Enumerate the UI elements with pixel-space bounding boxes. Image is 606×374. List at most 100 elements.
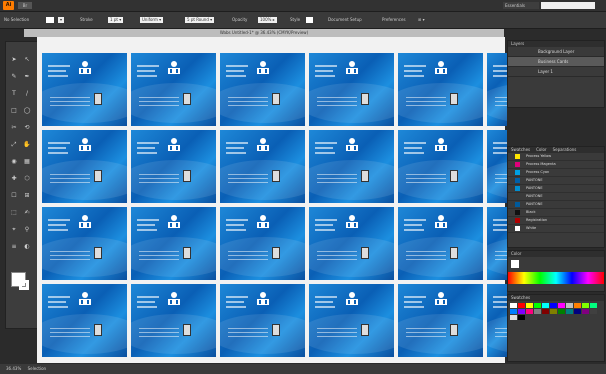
swatch[interactable] bbox=[590, 303, 597, 308]
business-card[interactable] bbox=[398, 53, 483, 126]
document-tab[interactable]: Wabs Untitled-1* @ 36.43% (CMYK/Preview) bbox=[24, 29, 504, 37]
swatch-row[interactable]: PANTONE bbox=[508, 177, 604, 185]
preferences-button[interactable]: Preferences bbox=[382, 17, 406, 23]
business-card[interactable] bbox=[487, 53, 507, 126]
business-card[interactable] bbox=[220, 130, 305, 203]
workspace-switcher[interactable]: Essentials bbox=[503, 2, 539, 9]
fill-dropdown[interactable]: ▾ bbox=[58, 17, 65, 23]
swatch-row[interactable]: Registration bbox=[508, 217, 604, 225]
swatch[interactable] bbox=[566, 303, 573, 308]
tool-icon[interactable]: ☐ bbox=[10, 192, 18, 200]
swatch-row[interactable]: PANTONE bbox=[508, 201, 604, 209]
business-card[interactable] bbox=[398, 284, 483, 357]
doc-setup-button[interactable]: Document Setup bbox=[328, 17, 362, 23]
tool-icon[interactable]: ✒ bbox=[23, 73, 31, 81]
tool-icon[interactable]: / bbox=[23, 90, 31, 98]
business-card[interactable] bbox=[309, 284, 394, 357]
fill-swatch[interactable] bbox=[46, 17, 54, 23]
swatch[interactable] bbox=[534, 309, 541, 314]
swatch[interactable] bbox=[558, 309, 565, 314]
business-card[interactable] bbox=[398, 207, 483, 280]
swatch[interactable] bbox=[510, 303, 517, 308]
tool-icon[interactable]: ◐ bbox=[23, 243, 31, 251]
tool-icon[interactable]: ✂ bbox=[10, 124, 18, 132]
tool-icon[interactable]: ⬚ bbox=[10, 209, 18, 217]
swatch-row[interactable]: Process Yellow bbox=[508, 153, 604, 161]
swatch[interactable] bbox=[550, 303, 557, 308]
swatch[interactable] bbox=[518, 303, 525, 308]
layer-row[interactable]: Layer 1 bbox=[508, 67, 604, 77]
business-card[interactable] bbox=[220, 53, 305, 126]
tool-icon[interactable]: ⊞ bbox=[23, 192, 31, 200]
tool-icon[interactable]: ➤ bbox=[10, 56, 18, 64]
business-card[interactable] bbox=[220, 207, 305, 280]
swatch[interactable] bbox=[542, 303, 549, 308]
business-card[interactable] bbox=[309, 53, 394, 126]
brush-definition[interactable]: Uniform ▾ bbox=[140, 17, 164, 23]
tool-icon[interactable]: ⚲ bbox=[23, 226, 31, 234]
business-card[interactable] bbox=[309, 130, 394, 203]
business-card[interactable] bbox=[487, 130, 507, 203]
swatch[interactable] bbox=[518, 309, 525, 314]
swatch-row[interactable]: Process Cyan bbox=[508, 169, 604, 177]
swatch[interactable] bbox=[526, 309, 533, 314]
style-swatch[interactable] bbox=[306, 17, 313, 23]
swatch[interactable] bbox=[542, 309, 549, 314]
swatch[interactable] bbox=[574, 309, 581, 314]
business-card[interactable] bbox=[131, 284, 216, 357]
tool-icon[interactable]: ✎ bbox=[10, 73, 18, 81]
swatch-row[interactable]: Process Magenta bbox=[508, 161, 604, 169]
swatch[interactable] bbox=[590, 309, 597, 314]
tool-icon[interactable]: ≡ bbox=[10, 243, 18, 251]
swatch[interactable] bbox=[566, 309, 573, 314]
search-input[interactable] bbox=[541, 2, 595, 9]
business-card[interactable] bbox=[487, 207, 507, 280]
swatch-row[interactable]: PANTONE bbox=[508, 193, 604, 201]
swatch[interactable] bbox=[558, 303, 565, 308]
business-card[interactable] bbox=[131, 130, 216, 203]
canvas[interactable] bbox=[37, 37, 508, 363]
business-card[interactable] bbox=[42, 284, 127, 357]
layer-row[interactable]: Background Layer bbox=[508, 47, 604, 57]
tool-icon[interactable]: ▦ bbox=[23, 158, 31, 166]
swatch[interactable] bbox=[550, 309, 557, 314]
swatch[interactable] bbox=[574, 303, 581, 308]
tool-icon[interactable]: ⬡ bbox=[23, 175, 31, 183]
zoom-level[interactable]: 36.43% bbox=[6, 366, 21, 371]
fill-preview[interactable] bbox=[511, 260, 519, 268]
tool-icon[interactable]: ✋ bbox=[23, 141, 31, 149]
tool-icon[interactable]: ⌖ bbox=[10, 226, 18, 234]
stroke-color-icon[interactable] bbox=[19, 280, 29, 290]
tool-icon[interactable]: ↖ bbox=[23, 56, 31, 64]
artboard[interactable] bbox=[42, 53, 508, 363]
tool-icon[interactable]: ✍ bbox=[23, 209, 31, 217]
tool-icon[interactable]: T bbox=[10, 90, 18, 98]
opacity-field[interactable]: 100% ▸ bbox=[258, 17, 277, 23]
swatch[interactable] bbox=[526, 303, 533, 308]
tool-icon[interactable]: ◉ bbox=[10, 158, 18, 166]
arrange-icon[interactable]: ⊞ ▾ bbox=[418, 17, 425, 23]
tool-icon[interactable]: □ bbox=[10, 107, 18, 115]
swatch-row[interactable]: PANTONE bbox=[508, 185, 604, 193]
stroke-weight-field[interactable]: 1 pt ▾ bbox=[108, 17, 124, 23]
business-card[interactable] bbox=[131, 207, 216, 280]
business-card[interactable] bbox=[220, 284, 305, 357]
business-card[interactable] bbox=[398, 130, 483, 203]
tool-icon[interactable]: ⤢ bbox=[10, 141, 18, 149]
swatch[interactable] bbox=[582, 303, 589, 308]
tool-icon[interactable]: ✚ bbox=[10, 175, 18, 183]
business-card[interactable] bbox=[309, 207, 394, 280]
business-card[interactable] bbox=[42, 53, 127, 126]
swatch[interactable] bbox=[518, 315, 525, 320]
brush-style[interactable]: 5 pt Round ▾ bbox=[185, 17, 215, 23]
swatch[interactable] bbox=[510, 309, 517, 314]
bridge-button[interactable]: Br bbox=[18, 2, 32, 9]
swatch[interactable] bbox=[582, 309, 589, 314]
business-card[interactable] bbox=[487, 284, 507, 357]
tool-icon[interactable]: ◯ bbox=[23, 107, 31, 115]
business-card[interactable] bbox=[131, 53, 216, 126]
layer-row[interactable]: Business Cards bbox=[508, 57, 604, 67]
business-card[interactable] bbox=[42, 207, 127, 280]
swatch-row[interactable]: White bbox=[508, 225, 604, 233]
swatch-row[interactable]: Black bbox=[508, 209, 604, 217]
